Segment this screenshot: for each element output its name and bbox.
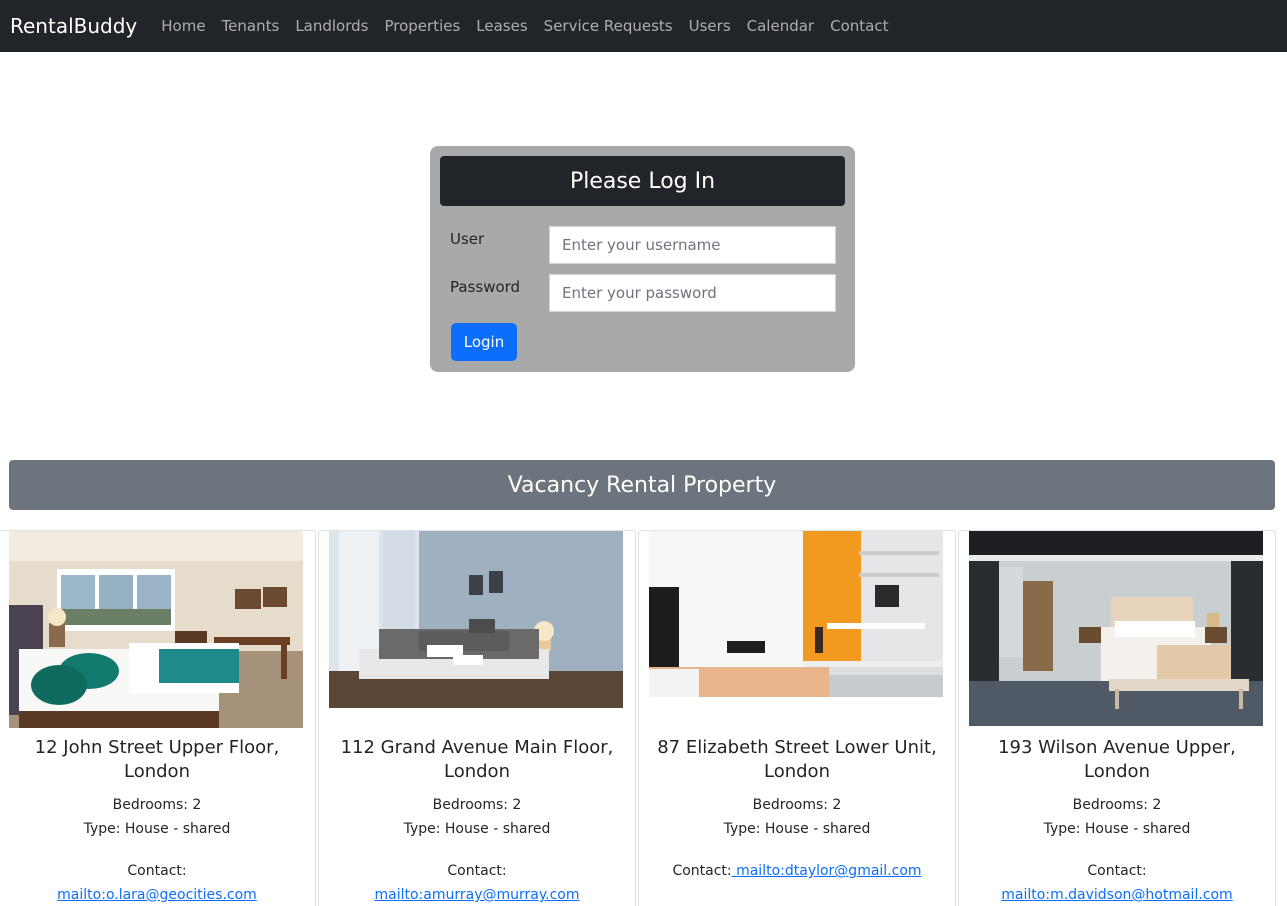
property-bedrooms: Bedrooms: 2 — [752, 797, 842, 813]
property-type: Type: House - shared — [403, 821, 551, 837]
property-image — [649, 531, 943, 697]
contact-label: Contact: — [1087, 863, 1147, 879]
property-address: 87 Elizabeth Street Lower Unit, London — [657, 737, 937, 782]
property-address: 193 Wilson Avenue Upper, London — [998, 737, 1236, 782]
nav-contact[interactable]: Contact — [830, 17, 888, 35]
nav-users[interactable]: Users — [689, 17, 731, 35]
contact-email-link[interactable]: mailto:o.lara@geocities.com — [57, 887, 257, 903]
nav-home[interactable]: Home — [161, 17, 205, 35]
property-bedrooms: Bedrooms: 2 — [432, 797, 522, 813]
property-card: 12 John Street Upper Floor, London Bedro… — [0, 530, 316, 906]
nav-service-requests[interactable]: Service Requests — [544, 17, 673, 35]
property-card: 87 Elizabeth Street Lower Unit, London B… — [638, 530, 956, 906]
nav-links: Home Tenants Landlords Properties Leases… — [161, 17, 904, 35]
nav-tenants[interactable]: Tenants — [222, 17, 280, 35]
property-type: Type: House - shared — [723, 821, 871, 837]
property-type: Type: House - shared — [1043, 821, 1191, 837]
property-image — [969, 531, 1263, 726]
property-type: Type: House - shared — [83, 821, 231, 837]
property-bedrooms: Bedrooms: 2 — [112, 797, 202, 813]
contact-label: Contact: — [127, 863, 187, 879]
username-input[interactable] — [549, 226, 836, 264]
brand-logo[interactable]: RentalBuddy — [10, 14, 137, 38]
user-label: User — [450, 230, 485, 248]
property-card: 112 Grand Avenue Main Floor, London Bedr… — [318, 530, 636, 906]
contact-label: Contact: — [672, 863, 732, 879]
property-bedrooms: Bedrooms: 2 — [1072, 797, 1162, 813]
password-input[interactable] — [549, 274, 836, 312]
contact-email-link[interactable]: mailto:m.davidson@hotmail.com — [1001, 887, 1232, 903]
property-address: 112 Grand Avenue Main Floor, London — [340, 737, 614, 782]
login-button[interactable]: Login — [451, 323, 517, 361]
contact-email-link[interactable]: mailto:dtaylor@gmail.com — [732, 863, 921, 879]
property-card: 193 Wilson Avenue Upper, London Bedrooms… — [958, 530, 1276, 906]
property-image — [9, 531, 303, 728]
top-navbar: RentalBuddy Home Tenants Landlords Prope… — [0, 0, 1287, 52]
login-panel: Please Log In User Password Login — [430, 146, 855, 372]
login-title: Please Log In — [440, 156, 845, 206]
property-address: 12 John Street Upper Floor, London — [34, 737, 280, 782]
nav-properties[interactable]: Properties — [384, 17, 460, 35]
contact-email-link[interactable]: mailto:amurray@murray.com — [375, 887, 580, 903]
nav-landlords[interactable]: Landlords — [295, 17, 368, 35]
password-label: Password — [450, 278, 521, 296]
property-image — [329, 531, 623, 708]
nav-calendar[interactable]: Calendar — [747, 17, 814, 35]
contact-label: Contact: — [447, 863, 507, 879]
vacancy-title: Vacancy Rental Property — [9, 460, 1275, 510]
nav-leases[interactable]: Leases — [476, 17, 527, 35]
